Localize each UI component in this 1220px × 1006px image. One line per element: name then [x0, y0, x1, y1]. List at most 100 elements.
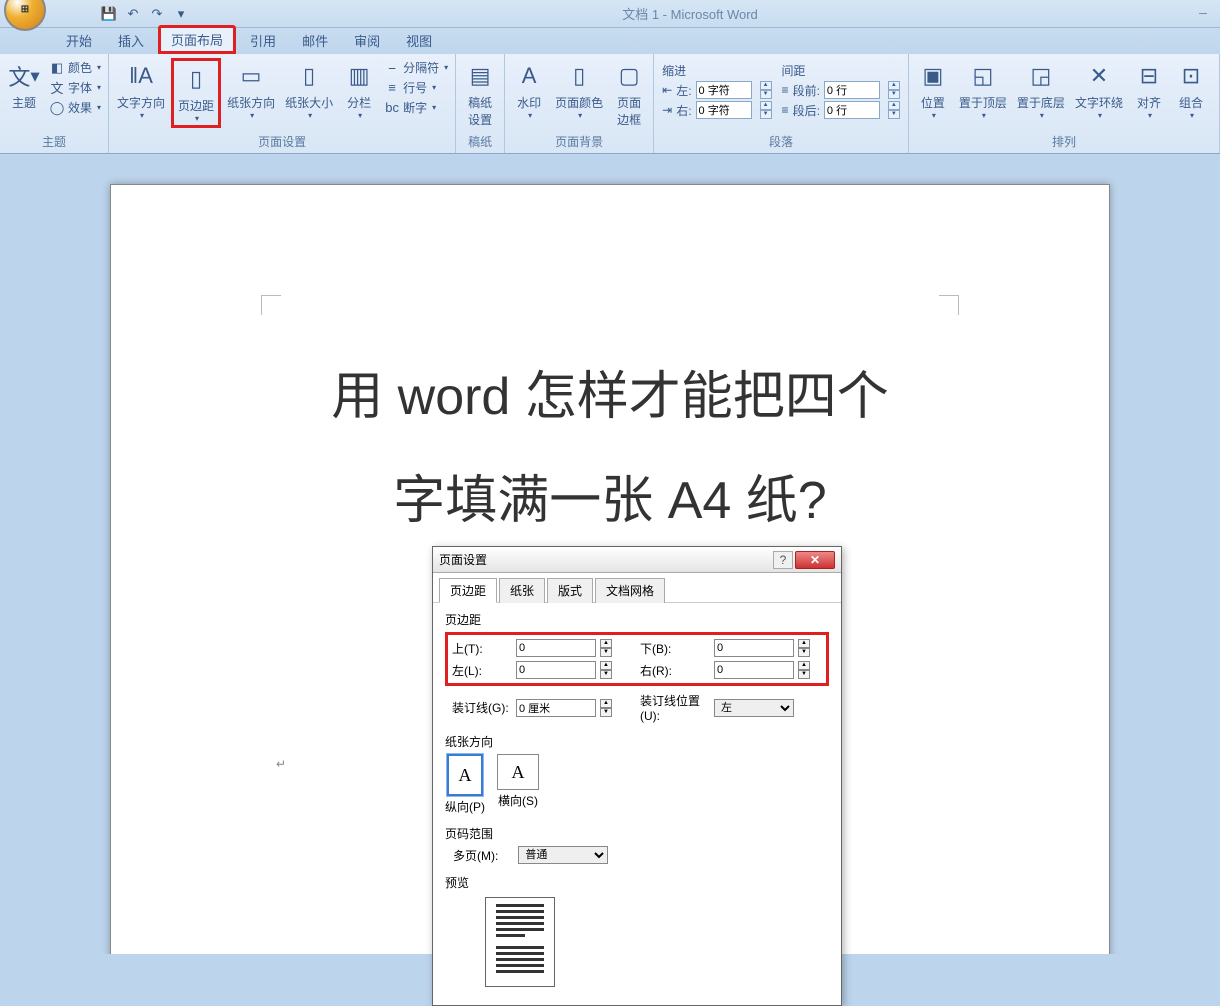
margin-bottom-input[interactable] [714, 639, 794, 657]
text-wrap-button[interactable]: ✕文字环绕▾ [1071, 58, 1127, 122]
paper-icon: ▤ [464, 60, 496, 92]
margin-section: 页边距 上(T): ▲▼ 下(B): ▲▼ 左(L): ▲▼ 右(R): ▲▼ … [445, 611, 829, 723]
tab-review[interactable]: 审阅 [342, 27, 392, 54]
watermark-button[interactable]: A水印▾ [509, 58, 549, 122]
group-theme: 文▾ 主题 ◧颜色▾ 文字体▾ ◯效果▾ 主题 [0, 54, 109, 153]
group-para-label: 段落 [658, 132, 904, 151]
theme-button[interactable]: 文▾ 主题 [4, 58, 44, 113]
columns-button[interactable]: ▥分栏▾ [339, 58, 379, 122]
tab-insert[interactable]: 插入 [106, 27, 156, 54]
linenum-button[interactable]: ≡行号▾ [381, 78, 451, 97]
size-button[interactable]: ▯纸张大小▾ [281, 58, 337, 122]
redo-icon[interactable]: ↷ [148, 5, 166, 23]
margin-right-spinner[interactable]: ▲▼ [798, 661, 810, 679]
theme-effect-button[interactable]: ◯效果▾ [46, 98, 104, 117]
indent-header: 缩进 [662, 62, 691, 79]
color-label: 颜色 [68, 59, 92, 76]
gutter-input[interactable] [516, 699, 596, 717]
indent-left-spinner[interactable]: ▲▼ [760, 81, 772, 99]
pageborder-button[interactable]: ▢页面 边框 [609, 58, 649, 130]
send-back-button[interactable]: ◲置于底层▾ [1013, 58, 1069, 122]
tab-view[interactable]: 视图 [394, 27, 444, 54]
dialog-titlebar[interactable]: 页面设置 ? ✕ [433, 547, 841, 573]
dialog-close-button[interactable]: ✕ [795, 551, 835, 569]
gutter-spinner[interactable]: ▲▼ [600, 699, 612, 717]
paper-setting-button[interactable]: ▤稿纸 设置 [460, 58, 500, 130]
spacing-before-spinner[interactable]: ▲▼ [888, 81, 900, 99]
group-button[interactable]: ⊡组合▾ [1171, 58, 1211, 122]
position-label: 位置 [921, 94, 945, 111]
dialog-help-button[interactable]: ? [773, 551, 793, 569]
text-direction-button[interactable]: ‖A文字方向▾ [113, 58, 169, 122]
dialog-tab-paper[interactable]: 纸张 [499, 578, 545, 603]
margin-bottom-spinner[interactable]: ▲▼ [798, 639, 810, 657]
gutter-pos-label: 装订线位置(U): [640, 692, 710, 723]
portrait-icon: A [447, 754, 483, 796]
group-background: A水印▾ ▯页面颜色▾ ▢页面 边框 页面背景 [505, 54, 654, 153]
margin-top-spinner[interactable]: ▲▼ [600, 639, 612, 657]
indent-left-icon: ⇤ [662, 83, 672, 97]
columns-icon: ▥ [343, 60, 375, 92]
bring-front-button[interactable]: ◱置于顶层▾ [955, 58, 1011, 122]
indent-right-input[interactable] [696, 101, 752, 119]
qat-dropdown-icon[interactable]: ▾ [172, 5, 190, 23]
orientation-button[interactable]: ▭纸张方向▾ [223, 58, 279, 122]
margin-left-input[interactable] [516, 661, 596, 679]
margin-corner-tr [939, 295, 959, 315]
margin-left-spinner[interactable]: ▲▼ [600, 661, 612, 679]
hyphen-label: 断字 [403, 99, 427, 116]
dialog-tab-layout[interactable]: 版式 [547, 578, 593, 603]
theme-font-button[interactable]: 文字体▾ [46, 78, 104, 97]
font-label: 字体 [68, 79, 92, 96]
effect-icon: ◯ [49, 100, 65, 116]
margin-top-input[interactable] [516, 639, 596, 657]
tab-home[interactable]: 开始 [54, 27, 104, 54]
align-label: 对齐 [1137, 94, 1161, 111]
margin-button[interactable]: ▯页边距▾ [171, 58, 221, 128]
hyphen-button[interactable]: bc断字▾ [381, 98, 451, 117]
break-button[interactable]: ⎯分隔符▾ [381, 58, 451, 77]
tab-reference[interactable]: 引用 [238, 27, 288, 54]
indent-right-spinner[interactable]: ▲▼ [760, 101, 772, 119]
back-label: 置于底层 [1017, 94, 1065, 111]
paper-label: 稿纸 设置 [468, 94, 492, 128]
dialog-tab-margin[interactable]: 页边距 [439, 578, 497, 603]
size-label: 纸张大小 [285, 94, 333, 111]
range-section-label: 页码范围 [445, 825, 829, 842]
group-pagesetup-label: 页面设置 [113, 132, 451, 151]
group-label: 组合 [1179, 94, 1203, 111]
align-button[interactable]: ⊟对齐▾ [1129, 58, 1169, 122]
dialog-tab-grid[interactable]: 文档网格 [595, 578, 665, 603]
multi-select[interactable]: 普通 [518, 846, 608, 864]
portrait-label: 纵向(P) [445, 798, 485, 815]
spacing-after-label: 段后: [793, 102, 820, 119]
align-icon: ⊟ [1133, 60, 1165, 92]
margin-label: 页边距 [178, 97, 214, 114]
minimize-button[interactable]: ─ [1190, 5, 1216, 23]
spacing-after-input[interactable] [824, 101, 880, 119]
border-label: 页面 边框 [617, 94, 641, 128]
margin-right-input[interactable] [714, 661, 794, 679]
spacing-after-icon: ≡ [782, 103, 789, 117]
spacing-before-input[interactable] [824, 81, 880, 99]
group-theme-label: 主题 [4, 132, 104, 151]
margin-bottom-label: 下(B): [640, 640, 710, 657]
position-button[interactable]: ▣位置▾ [913, 58, 953, 122]
margin-icon: ▯ [180, 63, 212, 95]
spacing-header: 间距 [782, 62, 820, 79]
dialog-tabs: 页边距 纸张 版式 文档网格 [433, 573, 841, 603]
save-icon[interactable]: 💾 [100, 5, 118, 23]
margin-section-label: 页边距 [445, 611, 829, 628]
gutter-pos-select[interactable]: 左 [714, 699, 794, 717]
theme-color-button[interactable]: ◧颜色▾ [46, 58, 104, 77]
portrait-option[interactable]: A 纵向(P) [445, 754, 485, 815]
office-button[interactable]: ⊞ [4, 0, 46, 31]
undo-icon[interactable]: ↶ [124, 5, 142, 23]
preview-section: 预览 [445, 874, 829, 987]
indent-left-input[interactable] [696, 81, 752, 99]
tab-mail[interactable]: 邮件 [290, 27, 340, 54]
tab-page-layout[interactable]: 页面布局 [158, 25, 236, 54]
landscape-option[interactable]: A 横向(S) [497, 754, 539, 815]
pagecolor-button[interactable]: ▯页面颜色▾ [551, 58, 607, 122]
spacing-after-spinner[interactable]: ▲▼ [888, 101, 900, 119]
